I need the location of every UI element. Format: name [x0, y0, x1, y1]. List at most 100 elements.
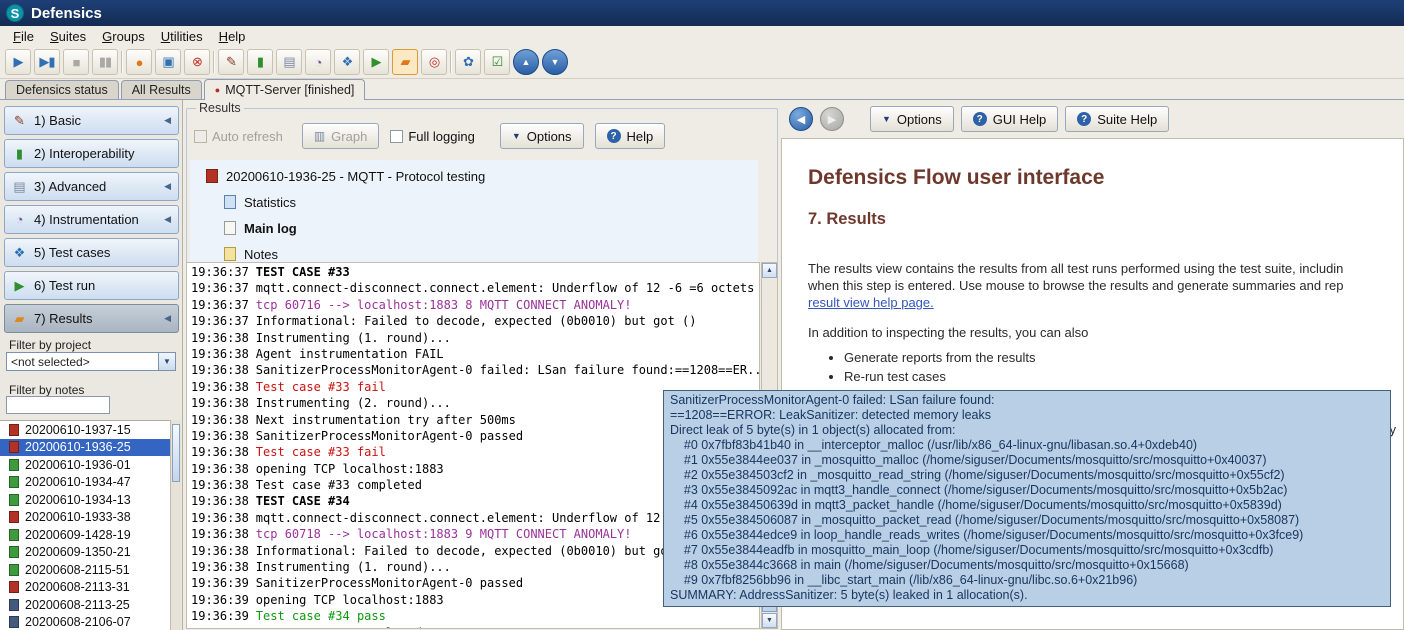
result-status-icon: [9, 476, 19, 488]
toolbar: ▶ ▶▮ ■ ▮▮ ● ▣: [0, 46, 1404, 79]
sidebar-item-test-run[interactable]: ▶ 6) Test run: [4, 271, 179, 300]
suite-help-button[interactable]: ? Suite Help: [1065, 106, 1169, 132]
result-run-item[interactable]: 20200609-1428-19: [0, 526, 171, 544]
result-run-item[interactable]: 20200609-1350-21: [0, 544, 171, 562]
log-timestamp: 19:36:38: [191, 544, 249, 558]
chevron-left-icon: ◀: [164, 115, 171, 126]
scroll-down-button[interactable]: ▼: [542, 49, 568, 75]
chevron-down-icon[interactable]: ▼: [158, 353, 175, 370]
tab-mqtt-server[interactable]: ● MQTT-Server [finished]: [204, 79, 366, 100]
toolbar-button-icon: ▶: [372, 54, 381, 70]
scrollbar-thumb[interactable]: [172, 424, 180, 482]
tree-item-statistics[interactable]: Statistics: [206, 189, 758, 215]
test-run-step-button[interactable]: ▶: [363, 49, 389, 75]
help-options-button[interactable]: ▼ Options: [870, 106, 954, 132]
remote-button[interactable]: ✿: [455, 49, 481, 75]
chevron-down-icon: ▼: [512, 131, 521, 141]
interoperability-step-button[interactable]: ▮: [247, 49, 273, 75]
notes-filter-input[interactable]: [6, 396, 110, 414]
tree-item-main-log[interactable]: Main log: [206, 215, 758, 241]
menu-item[interactable]: Groups: [95, 28, 152, 45]
log-message: Next instrumentation try after 500ms: [256, 413, 516, 427]
scroll-down-arrow-icon[interactable]: ▼: [762, 613, 777, 628]
run-button[interactable]: ▶: [5, 49, 31, 75]
toolbar-button: [213, 51, 215, 73]
sidebar-item-label: 5) Test cases: [34, 245, 110, 260]
log-message: mqtt.connect-disconnect.connect.element:…: [256, 281, 755, 295]
log-message: TEST CASE #33: [256, 265, 350, 279]
chevron-left-icon: ◀: [164, 214, 171, 225]
tooltip-line: SUMMARY: AddressSanitizer: 5 byte(s) lea…: [670, 588, 1384, 603]
play-icon: ▶: [12, 278, 27, 294]
log-timestamp: 19:36:38: [191, 462, 249, 476]
result-status-icon: [9, 599, 19, 611]
menu-item[interactable]: Suites: [43, 28, 93, 45]
tree-item-icon: [206, 169, 218, 183]
result-run-item[interactable]: 20200610-1933-38: [0, 509, 171, 527]
log-timestamp: 19:36:38: [191, 429, 249, 443]
help-button[interactable]: ? Help: [595, 123, 666, 149]
help-back-button[interactable]: ◀: [789, 107, 813, 131]
graph-button[interactable]: ▥ Graph: [302, 123, 379, 149]
sidebar-item-advanced[interactable]: ▤ 3) Advanced ◀: [4, 172, 179, 201]
load-suite-button[interactable]: ●: [126, 49, 152, 75]
log-line: 19:36:38Agent instrumentation FAIL: [191, 347, 759, 363]
result-run-item[interactable]: 20200608-2113-25: [0, 596, 171, 614]
instrumentation-step-button[interactable]: ◔: [305, 49, 331, 75]
tab-defensics-status[interactable]: Defensics status: [5, 80, 119, 99]
result-view-help-link[interactable]: result view help page.: [808, 294, 934, 311]
save-button[interactable]: ▣: [155, 49, 181, 75]
scroll-up-arrow-icon[interactable]: ▲: [762, 263, 777, 278]
result-run-item[interactable]: 20200610-1934-13: [0, 491, 171, 509]
options-button[interactable]: ▼ Options: [500, 123, 584, 149]
sidebar-item-instrumentation[interactable]: ◔ 4) Instrumentation ◀: [4, 205, 179, 234]
sidebar-item-results[interactable]: ▰ 7) Results ◀: [4, 304, 179, 333]
results-step-button[interactable]: ▰: [392, 49, 418, 75]
test-cases-step-button[interactable]: ❖: [334, 49, 360, 75]
run-pause-button[interactable]: ▶▮: [34, 49, 60, 75]
filter-by-project-label: Filter by project: [9, 338, 91, 352]
auto-refresh-checkbox[interactable]: Auto refresh: [194, 129, 283, 144]
stop-button[interactable]: ■: [63, 49, 89, 75]
help-section-heading: 7. Results: [808, 210, 1403, 229]
result-run-item[interactable]: 20200610-1936-25: [0, 439, 171, 457]
defensics-window: S Defensics FileSuitesGroupsUtilitiesHel…: [0, 0, 1404, 630]
advanced-step-button[interactable]: ▤: [276, 49, 302, 75]
result-run-item[interactable]: 20200608-2115-51: [0, 561, 171, 579]
tab-label: Defensics status: [16, 83, 108, 97]
title-bar: S Defensics: [0, 0, 1404, 26]
log-line: 19:36:37Informational: Failed to decode,…: [191, 314, 759, 330]
sidebar-item-basic[interactable]: ✎ 1) Basic ◀: [4, 106, 179, 135]
menu-item[interactable]: Help: [212, 28, 253, 45]
pen-icon: ✎: [12, 113, 27, 129]
pause-button[interactable]: ▮▮: [92, 49, 118, 75]
scroll-up-button[interactable]: ▲: [513, 49, 539, 75]
tooltip-line: Direct leak of 5 byte(s) in 1 object(s) …: [670, 423, 1384, 438]
log-message: Agent instrumentation FAIL: [256, 347, 444, 361]
abort-button[interactable]: ⊗: [184, 49, 210, 75]
menu-item[interactable]: File: [6, 28, 41, 45]
result-run-item[interactable]: 20200610-1937-15: [0, 421, 171, 439]
gui-help-button[interactable]: ? GUI Help: [961, 106, 1058, 132]
menu-item[interactable]: Utilities: [154, 28, 210, 45]
full-logging-checkbox[interactable]: Full logging: [390, 129, 475, 144]
checklist-button[interactable]: ☑: [484, 49, 510, 75]
tab-all-results[interactable]: All Results: [121, 80, 202, 99]
tree-item-test-run[interactable]: 20200610-1936-25 - MQTT - Protocol testi…: [206, 163, 758, 189]
sidebar-item-interoperability[interactable]: ▮ 2) Interoperability: [4, 139, 179, 168]
sidebar-item-test-cases[interactable]: ❖ 5) Test cases: [4, 238, 179, 267]
result-run-item[interactable]: 20200610-1936-01: [0, 456, 171, 474]
toolbar-button-icon: ☑: [492, 54, 503, 70]
result-run-item[interactable]: 20200608-2113-31: [0, 579, 171, 597]
report-step-button[interactable]: ◎: [421, 49, 447, 75]
results-list-scrollbar[interactable]: [170, 420, 181, 630]
result-run-label: 20200610-1936-25: [25, 440, 131, 454]
log-timestamp: 19:36:38: [191, 445, 249, 459]
project-filter-dropdown[interactable]: <not selected> ▼: [6, 352, 176, 371]
log-line: 19:36:37mqtt.connect-disconnect.connect.…: [191, 281, 759, 297]
basic-step-button[interactable]: ✎: [218, 49, 244, 75]
result-run-item[interactable]: 20200608-2106-07: [0, 614, 171, 630]
result-run-item[interactable]: 20200610-1934-47: [0, 474, 171, 492]
sidebar: ✎ 1) Basic ◀ ▮ 2) Interoperability ▤ 3) …: [0, 100, 183, 630]
help-forward-button[interactable]: ▶: [820, 107, 844, 131]
